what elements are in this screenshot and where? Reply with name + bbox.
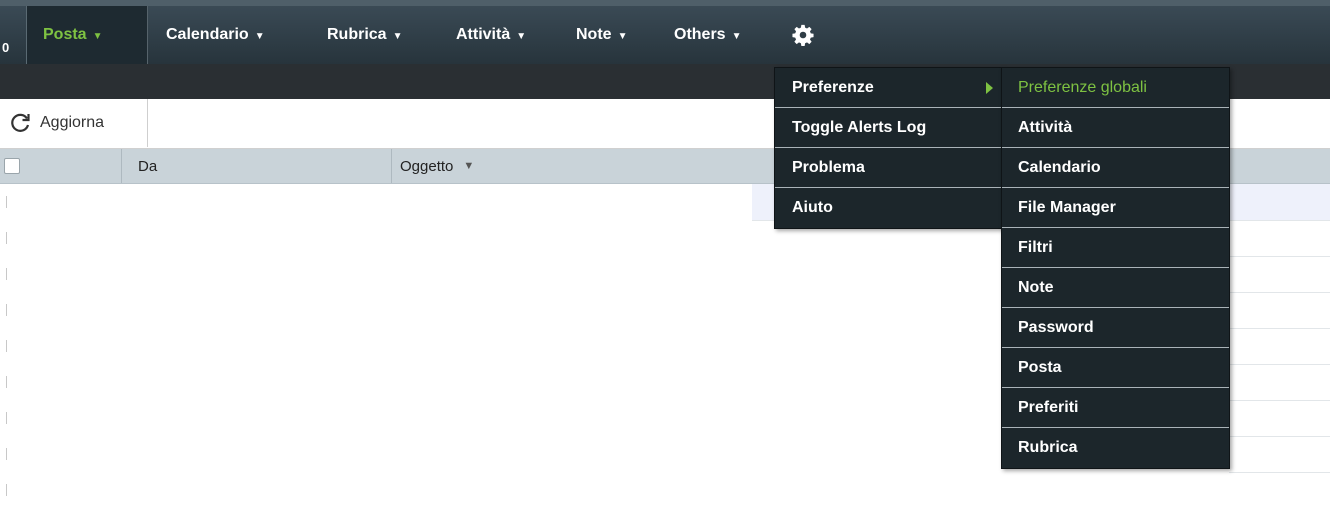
refresh-button[interactable]: Aggiorna [0,99,148,147]
menu-item-label: Toggle Alerts Log [792,118,927,136]
menu-item-label: Preferiti [1018,398,1079,416]
nav-item-label: Posta [43,26,87,43]
nav-item-label: Others [674,26,726,43]
refresh-button-label: Aggiorna [40,114,105,131]
submenu-item-file-manager[interactable]: File Manager [1002,188,1229,228]
menu-item-label: Note [1018,278,1054,296]
row-divider [1229,472,1330,473]
menu-item-label: Filtri [1018,238,1053,256]
gear-icon[interactable] [792,24,814,46]
menu-item-label: Password [1018,318,1094,336]
row-tick [6,376,7,388]
submenu-item-preferenze-globali[interactable]: Preferenze globali [1002,68,1229,108]
row-tick [6,412,7,424]
settings-menu: Preferenze Toggle Alerts Log Problema Ai… [774,67,1003,229]
row-tick [6,448,7,460]
menu-item-label: Rubrica [1018,439,1078,456]
nav-item-attivita[interactable]: Attività ▼ [456,6,526,64]
menu-item-aiuto[interactable]: Aiuto [775,188,1002,228]
submenu-item-preferiti[interactable]: Preferiti [1002,388,1229,428]
menu-item-preferenze[interactable]: Preferenze [775,68,1002,108]
menu-item-problema[interactable]: Problema [775,148,1002,188]
preferences-submenu: Preferenze globali Attività Calendario F… [1001,67,1230,469]
submenu-item-posta[interactable]: Posta [1002,348,1229,388]
row-tick [6,484,7,496]
nav-item-label: Attività [456,26,511,43]
row-tick [6,196,7,208]
menu-item-label: Aiuto [792,199,833,216]
top-navigation-bar: 0 Posta ▼ Calendario ▼ Rubrica ▼ Attivit… [0,0,1330,64]
column-header-subject-label: Oggetto [400,157,454,175]
row-tick [6,340,7,352]
nav-item-label: Rubrica [327,26,387,43]
menu-item-label: File Manager [1018,198,1116,216]
column-header-from-label: Da [138,157,158,175]
submenu-item-password[interactable]: Password [1002,308,1229,348]
menu-item-label: Problema [792,158,865,176]
menu-item-label: Preferenze [792,78,874,96]
chevron-down-icon: ▼ [516,30,527,42]
row-divider [1229,364,1330,365]
chevron-down-icon: ▼ [254,30,265,42]
nav-item-rubrica[interactable]: Rubrica ▼ [327,6,402,64]
submenu-item-calendario[interactable]: Calendario [1002,148,1229,188]
nav-item-label: Calendario [166,26,249,43]
chevron-down-icon: ▼ [731,30,742,42]
submenu-item-rubrica[interactable]: Rubrica [1002,428,1229,468]
refresh-icon [11,113,30,132]
menu-item-label: Preferenze globali [1018,78,1147,96]
submenu-item-attivita[interactable]: Attività [1002,108,1229,148]
submenu-item-filtri[interactable]: Filtri [1002,228,1229,268]
row-divider [1229,256,1330,257]
nav-item-calendario[interactable]: Calendario ▼ [166,6,265,64]
row-divider [1229,436,1330,437]
nav-item-others[interactable]: Others ▼ [674,6,741,64]
chevron-down-icon: ▼ [392,30,403,42]
sort-down-icon: ▼ [463,160,475,172]
chevron-down-icon: ▼ [617,30,628,42]
nav-item-label: Note [576,26,612,43]
row-tick [6,268,7,280]
row-tick [6,304,7,316]
row-divider [1229,328,1330,329]
column-header-subject[interactable]: Oggetto ▼ [391,149,474,183]
submenu-arrow-icon [986,82,993,94]
menu-item-label: Calendario [1018,158,1101,176]
submenu-item-note[interactable]: Note [1002,268,1229,308]
select-all-checkbox[interactable] [4,158,20,174]
nav-item-posta[interactable]: Posta ▼ [26,6,148,64]
menu-item-label: Attività [1018,118,1073,136]
menu-item-toggle-alerts-log[interactable]: Toggle Alerts Log [775,108,1002,148]
row-tick [6,232,7,244]
column-header-from[interactable]: Da [121,149,391,183]
row-divider [1229,292,1330,293]
chevron-down-icon: ▼ [92,30,103,42]
menu-item-label: Posta [1018,358,1062,376]
nav-edge-glyph: 0 [2,40,10,55]
row-divider [1229,400,1330,401]
nav-item-note[interactable]: Note ▼ [576,6,627,64]
